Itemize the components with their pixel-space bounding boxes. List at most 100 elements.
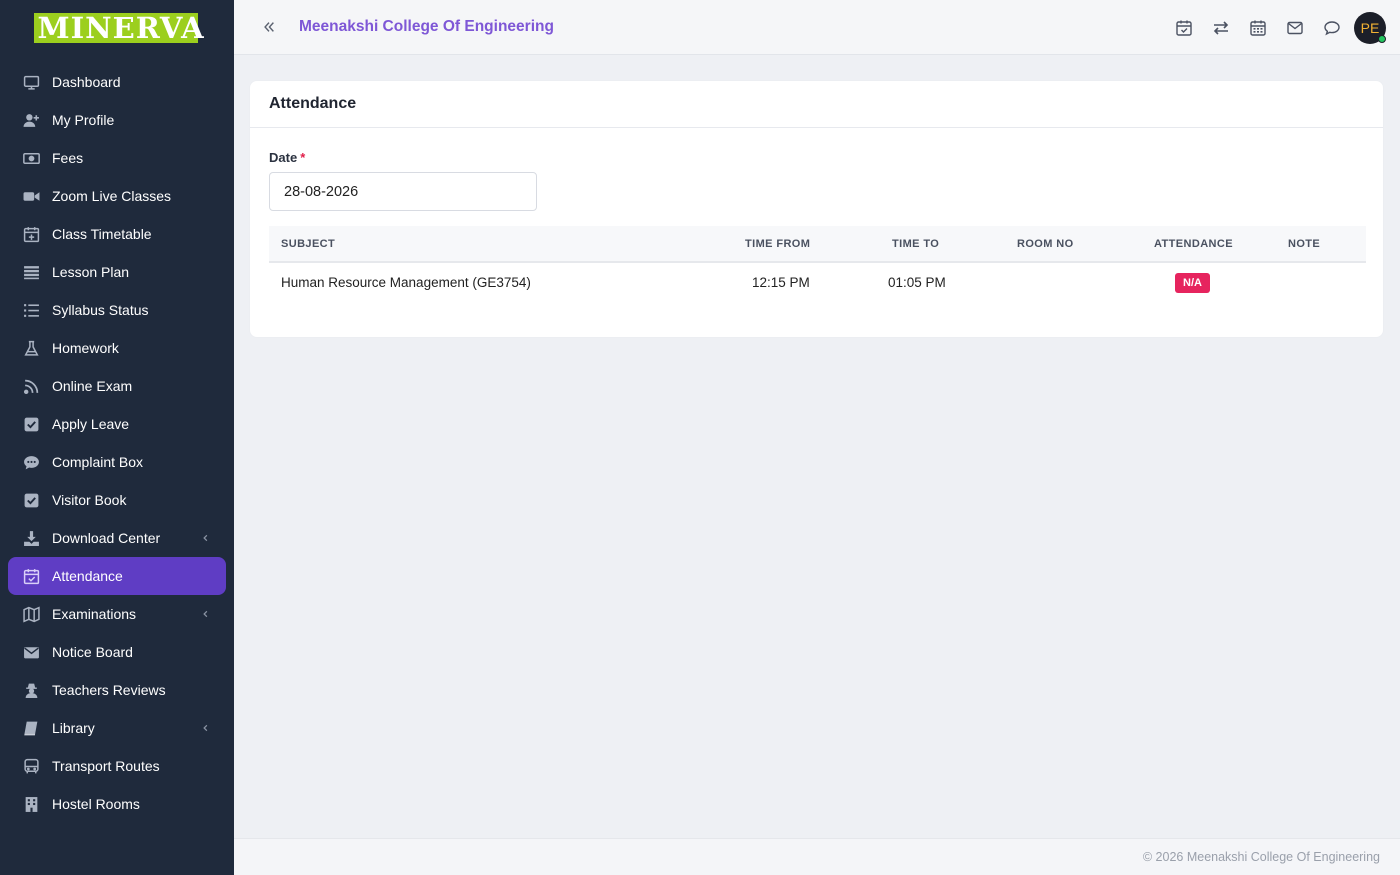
sidebar-item-label: Download Center — [52, 530, 161, 546]
sidebar-item-fees[interactable]: Fees — [8, 139, 226, 177]
column-header-time-from: TIME FROM — [745, 238, 811, 250]
map-icon — [22, 605, 40, 623]
sidebar-item-zoom-live-classes[interactable]: Zoom Live Classes — [8, 177, 226, 215]
collapse-sidebar-button[interactable] — [260, 18, 278, 36]
header-actions: PE — [1165, 11, 1386, 44]
attendance-status-badge: N/A — [1175, 273, 1210, 293]
comment-icon — [22, 453, 40, 471]
table-row: Human Resource Management (GE3754) 12:15… — [269, 263, 1366, 303]
sidebar-item-online-exam[interactable]: Online Exam — [8, 367, 226, 405]
column-header-time-to: TIME TO — [892, 238, 940, 250]
sidebar-item-label: Lesson Plan — [52, 264, 130, 280]
sidebar-item-hostel-rooms[interactable]: Hostel Rooms — [8, 785, 226, 823]
sidebar-item-homework[interactable]: Homework — [8, 329, 226, 367]
check-square-icon — [22, 415, 40, 433]
sidebar-item-label: Visitor Book — [52, 492, 127, 508]
date-label-text: Date — [269, 150, 298, 165]
download-icon — [22, 529, 40, 547]
calendar-check-icon[interactable] — [1165, 11, 1202, 44]
sidebar-item-lesson-plan[interactable]: Lesson Plan — [8, 253, 226, 291]
check-square-icon — [22, 491, 40, 509]
sidebar-item-label: Hostel Rooms — [52, 796, 140, 812]
online-status-dot — [1378, 34, 1386, 43]
money-icon — [22, 149, 40, 167]
sidebar-item-teachers-reviews[interactable]: Teachers Reviews — [8, 671, 226, 709]
column-header-attendance: ATTENDANCE — [1154, 238, 1233, 250]
sidebar-item-dashboard[interactable]: Dashboard — [8, 63, 226, 101]
chevron-left-icon — [203, 724, 208, 732]
double-chevron-left-icon — [264, 22, 274, 32]
calendar-plus-icon — [22, 225, 40, 243]
user-plus-icon — [22, 111, 40, 129]
user-secret-icon — [22, 681, 40, 699]
sidebar-item-label: Complaint Box — [52, 454, 144, 470]
rss-icon — [22, 377, 40, 395]
table-header: SUBJECT TIME FROM TIME TO ROOM NO ATTEND… — [269, 226, 1366, 263]
chat-icon[interactable] — [1313, 11, 1350, 44]
sidebar-item-label: Homework — [52, 340, 119, 356]
sidebar-item-class-timetable[interactable]: Class Timetable — [8, 215, 226, 253]
sidebar-nav: Dashboard My Profile Fees Zoom Live Clas… — [0, 63, 234, 823]
list-ordered-icon — [22, 301, 40, 319]
attendance-table: SUBJECT TIME FROM TIME TO ROOM NO ATTEND… — [269, 226, 1366, 303]
exchange-icon[interactable] — [1202, 11, 1239, 44]
sidebar-item-label: Attendance — [52, 568, 123, 584]
sidebar-item-apply-leave[interactable]: Apply Leave — [8, 405, 226, 443]
calendar-check-icon — [22, 567, 40, 585]
date-label: Date * — [269, 150, 305, 165]
sidebar-item-attendance[interactable]: Attendance — [8, 557, 226, 595]
copyright-text: © 2026 Meenakshi College Of Engineering — [1142, 850, 1380, 864]
college-name[interactable]: Meenakshi College Of Engineering — [299, 18, 554, 36]
envelope-icon — [22, 643, 40, 661]
column-header-subject: SUBJECT — [281, 238, 336, 250]
date-input[interactable] — [269, 172, 537, 211]
sidebar-item-library[interactable]: Library — [8, 709, 226, 747]
page-title: Attendance — [269, 95, 357, 112]
video-icon — [22, 187, 40, 205]
sidebar-item-label: Apply Leave — [52, 416, 130, 432]
sidebar-item-complaint-box[interactable]: Complaint Box — [8, 443, 226, 481]
sidebar-item-label: Transport Routes — [52, 758, 160, 774]
bus-icon — [22, 757, 40, 775]
sidebar-item-label: Online Exam — [52, 378, 133, 394]
sidebar-item-transport-routes[interactable]: Transport Routes — [8, 747, 226, 785]
avatar-initials: PE — [1360, 19, 1380, 36]
building-icon — [22, 795, 40, 813]
calendar-icon[interactable] — [1239, 11, 1276, 44]
chevron-left-icon — [203, 534, 208, 542]
sidebar-item-label: Library — [52, 720, 95, 736]
logo-area: MINERVA — [0, 0, 234, 56]
chevron-left-icon — [203, 610, 208, 618]
sidebar-item-label: Teachers Reviews — [52, 682, 166, 698]
sidebar-item-notice-board[interactable]: Notice Board — [8, 633, 226, 671]
sidebar-item-label: Examinations — [52, 606, 137, 622]
flask-icon — [22, 339, 40, 357]
sidebar-item-label: Dashboard — [52, 74, 121, 90]
sidebar-item-label: Fees — [52, 150, 84, 166]
card-header: Attendance — [250, 81, 1383, 128]
sidebar-item-label: Notice Board — [52, 644, 133, 660]
sidebar-item-label: Syllabus Status — [52, 302, 149, 318]
top-header: Meenakshi College Of Engineering PE — [234, 0, 1400, 55]
logo[interactable]: MINERVA — [33, 12, 204, 43]
sidebar-item-label: Zoom Live Classes — [52, 188, 172, 204]
sidebar: MINERVA Dashboard My Profile Fees Zoom L… — [0, 0, 234, 875]
footer: © 2026 Meenakshi College Of Engineering — [234, 838, 1400, 875]
cell-time-to: 01:05 PM — [888, 275, 946, 290]
book-icon — [22, 719, 40, 737]
column-header-room-no: ROOM NO — [1017, 238, 1074, 250]
sidebar-item-label: My Profile — [52, 112, 115, 128]
list-icon — [22, 263, 40, 281]
avatar[interactable]: PE — [1354, 11, 1386, 44]
sidebar-item-download-center[interactable]: Download Center — [8, 519, 226, 557]
sidebar-item-visitor-book[interactable]: Visitor Book — [8, 481, 226, 519]
sidebar-item-examinations[interactable]: Examinations — [8, 595, 226, 633]
required-mark: * — [300, 150, 306, 165]
column-header-note: NOTE — [1288, 238, 1321, 250]
attendance-card: Attendance Date* SUBJECT TIME FROM TIME … — [249, 80, 1384, 338]
sidebar-item-syllabus-status[interactable]: Syllabus Status — [8, 291, 226, 329]
sidebar-item-label: Class Timetable — [52, 226, 152, 242]
mail-icon[interactable] — [1276, 11, 1313, 44]
cell-subject: Human Resource Management (GE3754) — [281, 275, 531, 290]
sidebar-item-my-profile[interactable]: My Profile — [8, 101, 226, 139]
